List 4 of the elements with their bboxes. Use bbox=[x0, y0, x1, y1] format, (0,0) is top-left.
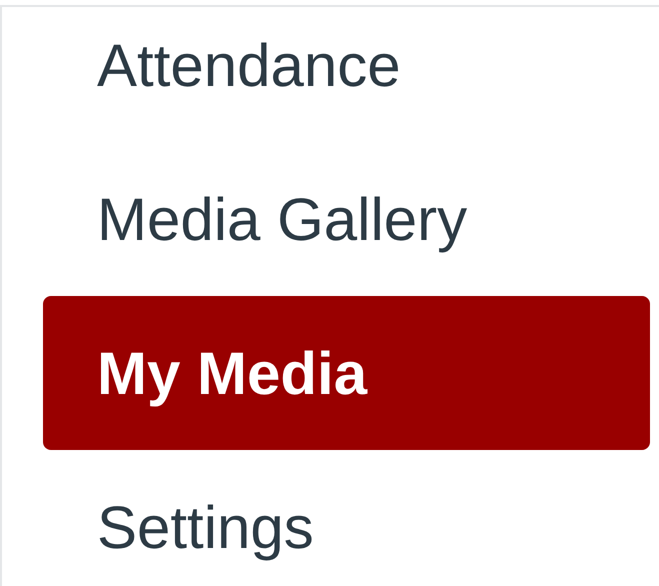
nav-link[interactable]: Attendance bbox=[43, 0, 650, 142]
nav-link[interactable]: Settings bbox=[43, 450, 650, 586]
nav-link[interactable]: Media Gallery bbox=[43, 142, 650, 296]
nav-link[interactable]: My Media bbox=[43, 296, 650, 450]
